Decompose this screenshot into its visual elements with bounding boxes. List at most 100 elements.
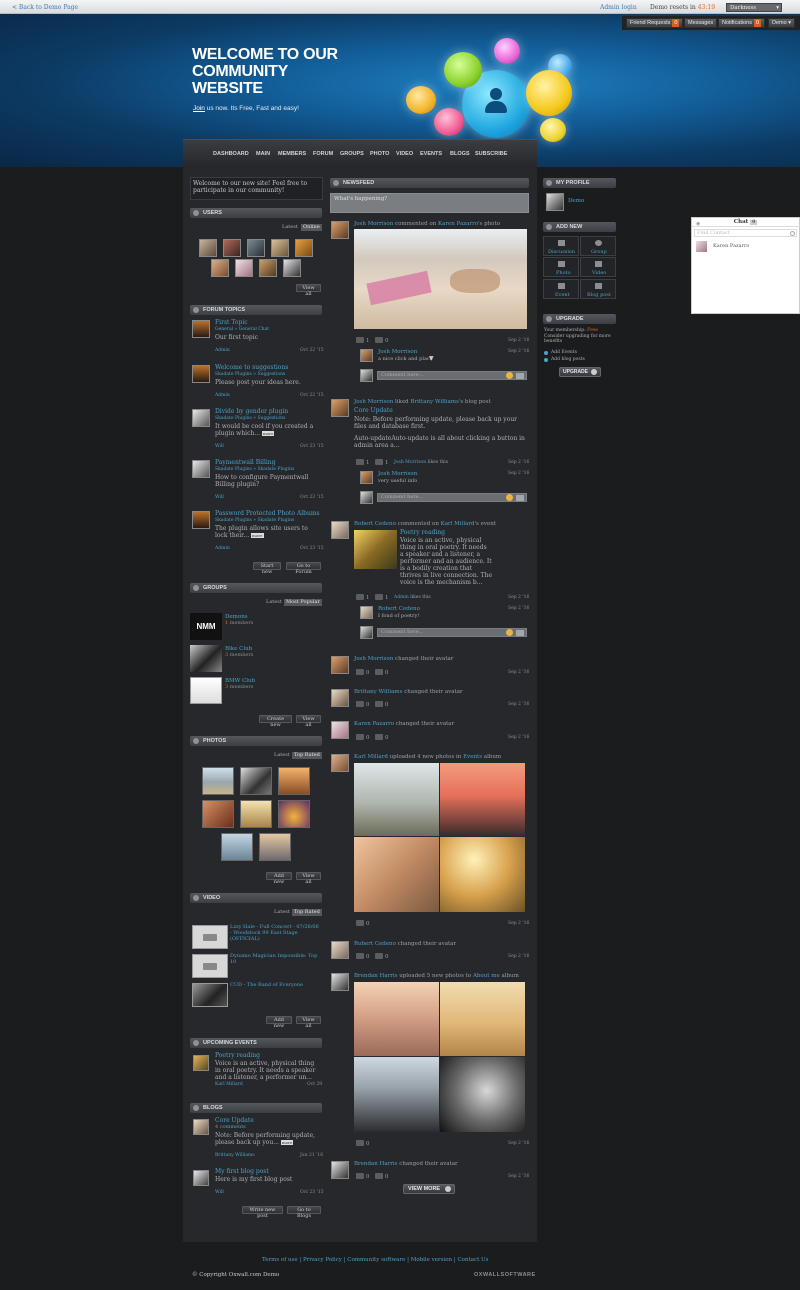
- topic-title[interactable]: Paymentwall Billing: [215, 460, 276, 466]
- topic-path[interactable]: General » General Chat: [215, 327, 269, 333]
- find-contact-input[interactable]: Find Contact: [694, 229, 797, 237]
- add-event-button[interactable]: Event: [543, 279, 579, 299]
- photo-thumb[interactable]: [259, 833, 291, 861]
- messages-button[interactable]: Messages: [684, 18, 718, 28]
- comment-user[interactable]: Josh Morrison: [378, 471, 417, 477]
- video-thumb[interactable]: [192, 983, 228, 1007]
- nav-events[interactable]: EVENTS: [420, 151, 442, 157]
- comment-user[interactable]: Robert Cedeno: [378, 606, 420, 612]
- post-target[interactable]: Events: [463, 754, 482, 760]
- post-avatar[interactable]: [331, 973, 349, 991]
- nav-main[interactable]: MAIN: [256, 151, 270, 157]
- like-icon[interactable]: [375, 701, 383, 707]
- comment-icon[interactable]: [356, 920, 364, 926]
- like-icon[interactable]: [375, 459, 383, 465]
- smiley-icon[interactable]: [506, 629, 513, 636]
- profile-avatar[interactable]: [546, 193, 564, 211]
- blog-user[interactable]: Brittany Williams: [215, 1153, 255, 1159]
- notifications-button[interactable]: Notifications 0: [718, 18, 766, 28]
- camera-icon[interactable]: [516, 630, 524, 636]
- tab-groups-popular[interactable]: Most Popular: [284, 599, 322, 606]
- start-new-topic-button[interactable]: Start new: [253, 562, 281, 575]
- tab-video-latest[interactable]: Latest: [272, 909, 292, 916]
- post-title[interactable]: Poetry reading: [400, 530, 445, 536]
- blog-comments[interactable]: 4 comments: [215, 1124, 246, 1130]
- user-avatar[interactable]: [271, 239, 289, 257]
- post-user[interactable]: Josh Morrison: [354, 221, 393, 227]
- nav-forum[interactable]: FORUM: [313, 151, 333, 157]
- comment-icon[interactable]: [356, 669, 364, 675]
- topic-path[interactable]: Skadate Plugins » Skadate Plugins: [215, 518, 294, 524]
- blog-user[interactable]: Will: [215, 1190, 224, 1196]
- users-view-all-button[interactable]: View all: [296, 284, 321, 297]
- photo-thumb[interactable]: [221, 833, 253, 861]
- album-photo[interactable]: [354, 763, 439, 836]
- post-avatar[interactable]: [331, 689, 349, 707]
- post-user[interactable]: Karl Millard: [354, 754, 388, 760]
- like-icon[interactable]: [375, 594, 383, 600]
- post-avatar[interactable]: [331, 1161, 349, 1179]
- nav-video[interactable]: VIDEO: [396, 151, 413, 157]
- photo-thumb[interactable]: [202, 800, 234, 828]
- topic-user[interactable]: Admin: [215, 393, 230, 399]
- like-icon[interactable]: [375, 1173, 383, 1179]
- photo-thumb[interactable]: [278, 800, 310, 828]
- topic-user[interactable]: Admin: [215, 348, 230, 354]
- user-avatar[interactable]: [223, 239, 241, 257]
- like-icon[interactable]: [375, 734, 383, 740]
- nav-dashboard[interactable]: DASHBOARD: [213, 151, 249, 157]
- more-button[interactable]: more: [280, 1140, 294, 1145]
- tab-video-top[interactable]: Top Rated: [292, 909, 322, 916]
- user-avatar[interactable]: [283, 259, 301, 277]
- comment-icon[interactable]: [356, 953, 364, 959]
- group-image[interactable]: [190, 645, 222, 672]
- tab-groups-latest[interactable]: Latest: [264, 599, 284, 606]
- comment-user[interactable]: Josh Morrison: [378, 349, 417, 355]
- create-group-button[interactable]: Create new: [259, 715, 292, 728]
- topic-user[interactable]: Will: [215, 444, 224, 450]
- topic-user[interactable]: Will: [215, 495, 224, 501]
- topic-path[interactable]: Skadate Plugins » Suggestions: [215, 416, 285, 422]
- comment-input[interactable]: Comment here...: [377, 371, 527, 380]
- theme-select[interactable]: Darkness ▾: [726, 3, 782, 12]
- event-user[interactable]: Karl Millard: [215, 1082, 243, 1088]
- nav-photo[interactable]: PHOTO: [370, 151, 389, 157]
- post-user[interactable]: Josh Morrison: [354, 656, 393, 662]
- album-photo[interactable]: [354, 982, 439, 1056]
- user-avatar[interactable]: [247, 239, 265, 257]
- user-avatar[interactable]: [259, 259, 277, 277]
- add-group-button[interactable]: Group: [580, 236, 616, 256]
- post-avatar[interactable]: [331, 754, 349, 772]
- nav-blogs[interactable]: BLOGS: [450, 151, 470, 157]
- photo-thumb[interactable]: [240, 767, 272, 795]
- comment-icon[interactable]: [356, 1140, 364, 1146]
- topic-title[interactable]: Password Protected Photo Albums: [215, 511, 320, 517]
- post-user[interactable]: Josh Morrison: [354, 399, 393, 405]
- comment-input[interactable]: Comment here...: [377, 493, 527, 502]
- comment-icon[interactable]: [356, 337, 364, 343]
- like-icon[interactable]: [375, 669, 383, 675]
- friend-requests-button[interactable]: Friend Requests 0: [626, 18, 684, 28]
- nav-members[interactable]: MEMBERS: [278, 151, 306, 157]
- admin-login-link[interactable]: Admin login: [600, 4, 637, 11]
- event-image[interactable]: [193, 1055, 209, 1071]
- group-image[interactable]: NMM: [190, 613, 222, 640]
- video-view-all-button[interactable]: View all: [296, 1016, 321, 1029]
- profile-name[interactable]: Demo: [568, 198, 584, 204]
- post-photo[interactable]: [354, 229, 527, 329]
- post-user[interactable]: Brendan Harris: [354, 973, 397, 979]
- video-thumb[interactable]: [192, 925, 228, 949]
- add-photo-button[interactable]: Add new: [266, 872, 292, 885]
- topic-avatar[interactable]: [192, 320, 210, 338]
- chat-contact[interactable]: Karen Pazarro: [692, 240, 799, 254]
- post-avatar[interactable]: [331, 221, 349, 239]
- topic-avatar[interactable]: [192, 511, 210, 529]
- groups-view-all-button[interactable]: View all: [296, 715, 321, 728]
- post-user[interactable]: Robert Cedeno: [354, 941, 396, 947]
- user-avatar[interactable]: [235, 259, 253, 277]
- topic-title[interactable]: Divide by gender plugin: [215, 409, 288, 415]
- photos-view-all-button[interactable]: View all: [296, 872, 321, 885]
- video-title[interactable]: Dynamo Magician Impossible: Top 10: [230, 953, 322, 965]
- post-user[interactable]: Brendan Harris: [354, 1161, 397, 1167]
- photo-thumb[interactable]: [202, 767, 234, 795]
